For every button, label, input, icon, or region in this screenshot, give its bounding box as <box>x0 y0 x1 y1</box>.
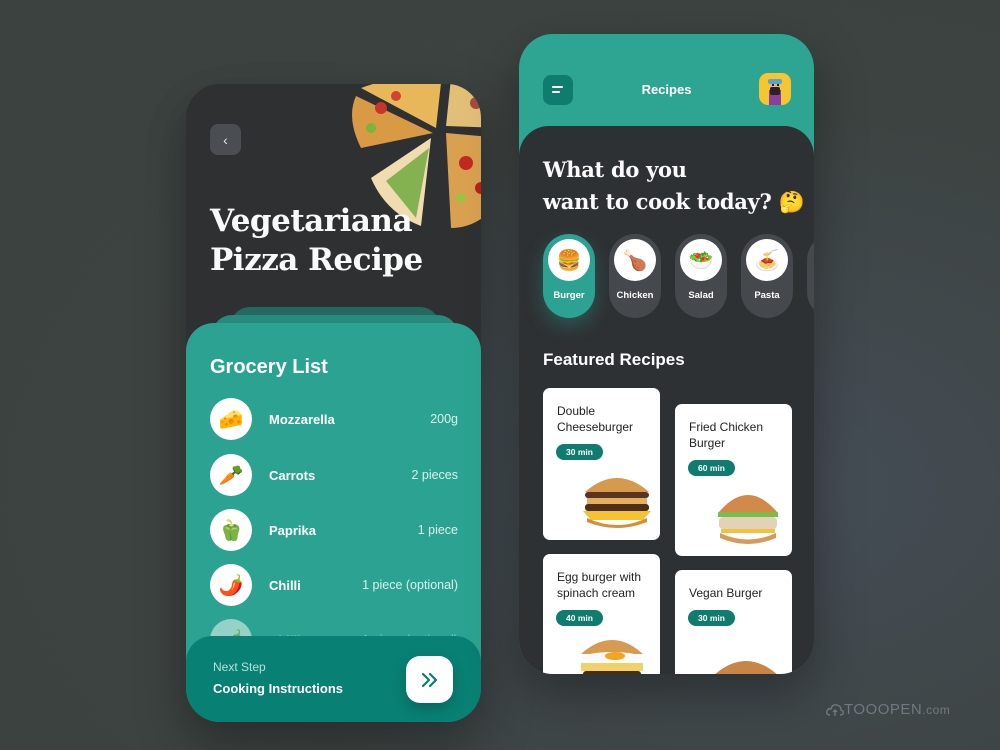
category-salad[interactable]: 🥗 Salad <box>675 234 727 318</box>
chilli-icon: 🌶️ <box>210 564 252 606</box>
main-content: What do you want to cook today? 🤔 🍔 Burg… <box>519 126 814 674</box>
burger-icon: 🍔 <box>548 239 590 281</box>
time-badge: 60 min <box>688 460 735 476</box>
cheese-icon: 🧀 <box>210 398 252 440</box>
time-badge: 30 min <box>556 444 603 460</box>
salad-icon: 🥗 <box>680 239 722 281</box>
chevron-left-icon: ‹ <box>223 131 228 148</box>
pasta-icon: 🍝 <box>746 239 788 281</box>
pepper-icon: 🫑 <box>210 509 252 551</box>
grocery-item[interactable]: 🧀 Mozzarella 200g <box>210 398 458 440</box>
cheeseburger-image <box>583 478 651 528</box>
next-step-button[interactable] <box>406 656 453 703</box>
recipe-card[interactable]: Double Cheeseburger 30 min <box>543 388 660 540</box>
recipe-title: Vegetariana Pizza Recipe <box>210 203 423 278</box>
thinking-face-icon: 🤔 <box>778 189 805 214</box>
watermark: TOOOPEN .com <box>826 701 950 718</box>
egg-burger-image <box>581 640 643 674</box>
recipe-card[interactable]: Egg burger with spinach cream 40 min <box>543 554 660 674</box>
chicken-burger-image <box>718 495 778 544</box>
time-badge: 30 min <box>688 610 735 626</box>
next-step-bar: Next Step Cooking Instructions <box>186 636 481 722</box>
grocery-item[interactable]: 🌶️ Chilli 1 piece (optional) <box>210 564 458 606</box>
question-heading: What do you want to cook today? 🤔 <box>543 157 805 214</box>
next-step-title: Cooking Instructions <box>213 681 343 696</box>
vegan-burger-image <box>715 661 777 674</box>
featured-heading: Featured Recipes <box>543 350 685 369</box>
cloud-upload-icon <box>826 703 844 716</box>
back-button[interactable]: ‹ <box>210 124 241 155</box>
carrot-icon: 🥕 <box>210 454 252 496</box>
category-chicken[interactable]: 🍗 Chicken <box>609 234 661 318</box>
grocery-heading: Grocery List <box>210 356 328 378</box>
grocery-item[interactable]: 🥕 Carrots 2 pieces <box>210 454 458 496</box>
recipe-detail-screen: ‹ Vegetariana Pizza Recipe Grocery List … <box>186 84 481 722</box>
recipe-card[interactable]: Vegan Burger 30 min <box>675 570 792 674</box>
time-badge: 40 min <box>556 610 603 626</box>
recipe-card[interactable]: Fried Chicken Burger 60 min <box>675 404 792 556</box>
category-more[interactable] <box>807 234 814 318</box>
category-burger[interactable]: 🍔 Burger <box>543 234 595 318</box>
user-avatar-icon <box>768 79 782 105</box>
double-chevron-right-icon <box>421 672 437 687</box>
recipes-home-screen: Recipes What do you want to cook today? … <box>519 34 814 674</box>
avatar[interactable] <box>759 73 791 105</box>
chicken-icon: 🍗 <box>614 239 656 281</box>
grocery-item[interactable]: 🫑 Paprika 1 piece <box>210 509 458 551</box>
next-step-label: Next Step <box>213 660 266 674</box>
category-pasta[interactable]: 🍝 Pasta <box>741 234 793 318</box>
